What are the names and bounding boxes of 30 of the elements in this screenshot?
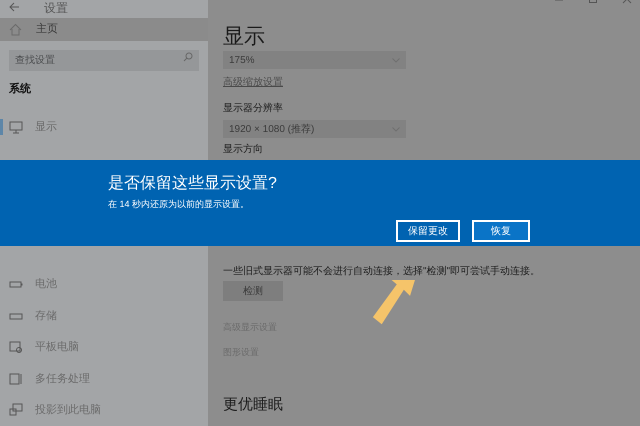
sidebar-item[interactable]: 显示 (0, 111, 208, 142)
detect-description: 一些旧式显示器可能不会进行自动连接，选择"检测"即可尝试手动连接。 (223, 265, 540, 278)
window-columns-icon (9, 372, 23, 386)
search-icon (183, 52, 193, 62)
dialog-button[interactable]: 保留更改 (396, 220, 460, 242)
back-icon[interactable] (8, 1, 20, 13)
sidebar-item[interactable]: 多任务处理 (0, 363, 208, 394)
sidebar-item[interactable]: 电池 (0, 268, 208, 300)
tablet-icon (9, 340, 23, 354)
detect-button[interactable]: 检测 (223, 281, 283, 301)
screen-projection-icon (9, 403, 23, 418)
dialog-message: 在 14 秒内还原为以前的显示设置。 (108, 198, 250, 210)
home-item[interactable]: 主页 (0, 18, 208, 41)
scaling-link[interactable]: 高级缩放设置 (223, 77, 283, 89)
section-heading: 更优睡眠 (223, 395, 283, 415)
page-title: 显示 (223, 24, 265, 50)
search-field[interactable]: 查找设置 (9, 50, 199, 71)
dialog-button[interactable]: 恢复 (472, 220, 530, 242)
section-heading: 系统 (8, 82, 32, 97)
monitor-icon (9, 120, 23, 134)
dropdown[interactable]: 175% (223, 51, 406, 69)
window-title: 设置 (44, 0, 68, 16)
field-label: 显示器分辨率 (223, 102, 283, 115)
sidebar-item[interactable]: 存储 (0, 300, 208, 332)
dropdown[interactable]: 1920 × 1080 (推荐) (223, 120, 406, 138)
sidebar-item[interactable]: 投影到此电脑 (0, 394, 208, 426)
dialog-title: 是否保留这些显示设置? (108, 174, 277, 194)
home-icon (9, 23, 22, 36)
sidebar-item[interactable]: 平板电脑 (0, 332, 208, 363)
field-label: 显示方向 (223, 143, 263, 156)
